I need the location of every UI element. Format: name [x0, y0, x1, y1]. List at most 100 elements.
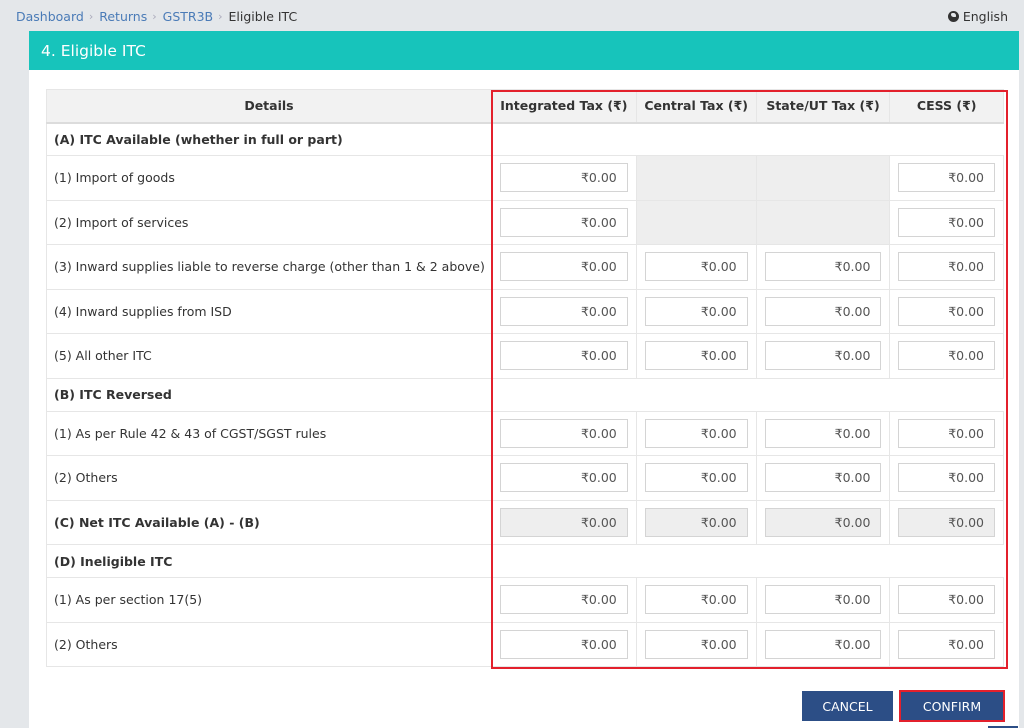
integrated-tax-input[interactable]: ₹0.00 — [499, 341, 628, 371]
breadcrumb-dashboard[interactable]: Dashboard — [16, 9, 84, 24]
central-tax-cell: ₹0.00 — [635, 499, 757, 545]
central-tax-cell: ₹0.00 — [635, 244, 757, 290]
central-tax-cell: ₹0.00 — [635, 288, 757, 334]
section-label: (D) Ineligible ITC — [46, 544, 492, 578]
central-tax-input[interactable]: ₹0.00 — [644, 463, 748, 493]
language-label: English — [962, 8, 1008, 24]
cancel-button[interactable]: CANCEL — [802, 691, 893, 721]
breadcrumb-current: Eligible ITC — [228, 8, 298, 24]
table-row: (2) Import of services ₹0.00 ₹0.00 — [46, 199, 1004, 245]
section-label: (A) ITC Available (whether in full or pa… — [46, 122, 492, 156]
empty-cell — [756, 544, 890, 578]
state-ut-tax-input[interactable]: ₹0.00 — [764, 629, 882, 659]
table-row: (2) Others ₹0.00 ₹0.00 ₹0.00 ₹0.00 — [46, 621, 1004, 667]
cess-cell: ₹0.00 — [889, 333, 1004, 379]
row-label: (1) Import of goods — [46, 155, 492, 201]
table-header-row: Details Integrated Tax (₹) Central Tax (… — [46, 89, 1004, 124]
row-label: (3) Inward supplies liable to reverse ch… — [46, 244, 492, 290]
central-tax-input[interactable]: ₹0.00 — [644, 585, 748, 615]
cess-cell: ₹0.00 — [889, 288, 1004, 334]
central-tax-cell: ₹0.00 — [635, 410, 757, 456]
disabled-cell — [635, 199, 757, 245]
cess-cell: ₹0.00 — [889, 455, 1004, 501]
state-ut-tax-input[interactable]: ₹0.00 — [764, 296, 882, 326]
state-ut-tax-input[interactable]: ₹0.00 — [764, 418, 882, 448]
state-ut-tax-cell: ₹0.00 — [755, 455, 891, 501]
cess-input[interactable]: ₹0.00 — [898, 341, 995, 371]
state-ut-tax-cell: ₹0.00 — [755, 621, 891, 667]
integrated-tax-input[interactable]: ₹0.00 — [499, 296, 628, 326]
row-label: (2) Others — [46, 621, 492, 667]
cess-input[interactable]: ₹0.00 — [898, 296, 995, 326]
disabled-cell — [755, 199, 891, 245]
state-ut-tax-cell: ₹0.00 — [755, 333, 891, 379]
central-tax-cell: ₹0.00 — [635, 621, 757, 667]
header-integrated-tax: Integrated Tax (₹) — [490, 89, 637, 124]
integrated-tax-input[interactable]: ₹0.00 — [499, 163, 628, 193]
integrated-tax-input[interactable]: ₹0.00 — [499, 252, 628, 282]
integrated-tax-input[interactable]: ₹0.00 — [499, 629, 628, 659]
table-row: (1) Import of goods ₹0.00 ₹0.00 — [46, 155, 1004, 201]
central-tax-cell: ₹0.00 — [635, 577, 757, 623]
table-row: (1) As per Rule 42 & 43 of CGST/SGST rul… — [46, 410, 1004, 456]
state-ut-tax-cell: ₹0.00 — [755, 288, 891, 334]
row-label: (C) Net ITC Available (A) - (B) — [46, 499, 492, 545]
language-selector[interactable]: English — [947, 8, 1008, 24]
breadcrumb-returns[interactable]: Returns — [99, 9, 147, 24]
breadcrumb-separator: › — [88, 9, 94, 23]
state-ut-tax-input[interactable]: ₹0.00 — [764, 252, 882, 282]
central-tax-input[interactable]: ₹0.00 — [644, 629, 748, 659]
empty-cell — [636, 377, 757, 412]
panel-header: 4. Eligible ITC — [29, 31, 1019, 70]
state-ut-tax-input[interactable]: ₹0.00 — [764, 341, 882, 371]
central-tax-input[interactable]: ₹0.00 — [644, 341, 748, 371]
disabled-cell — [635, 155, 757, 201]
cess-input[interactable]: ₹0.00 — [898, 163, 995, 193]
eligible-itc-table: Details Integrated Tax (₹) Central Tax (… — [46, 89, 1004, 667]
table-row: (5) All other ITC ₹0.00 ₹0.00 ₹0.00 ₹0.00 — [46, 333, 1004, 379]
state-ut-tax-input[interactable]: ₹0.00 — [764, 585, 882, 615]
cess-input[interactable]: ₹0.00 — [898, 418, 995, 448]
globe-icon — [947, 10, 959, 22]
integrated-tax-input[interactable]: ₹0.00 — [499, 207, 628, 237]
empty-cell — [756, 377, 890, 412]
empty-cell — [889, 122, 1004, 156]
breadcrumb-gstr3b[interactable]: GSTR3B — [163, 9, 213, 24]
row-label: (4) Inward supplies from ISD — [46, 288, 492, 334]
cess-input[interactable]: ₹0.00 — [898, 207, 995, 237]
state-ut-tax-cell: ₹0.00 — [755, 244, 891, 290]
cess-input[interactable]: ₹0.00 — [898, 463, 995, 493]
integrated-tax-input[interactable]: ₹0.00 — [499, 418, 628, 448]
cess-cell: ₹0.00 — [889, 499, 1004, 545]
state-ut-tax-input[interactable]: ₹0.00 — [764, 463, 882, 493]
breadcrumb-separator: › — [152, 9, 157, 23]
section-row: (B) ITC Reversed — [46, 377, 1004, 412]
cess-cell: ₹0.00 — [889, 199, 1004, 245]
integrated-tax-cell: ₹0.00 — [490, 333, 637, 379]
integrated-tax-cell: ₹0.00 — [490, 621, 637, 667]
central-tax-input[interactable]: ₹0.00 — [644, 252, 748, 282]
empty-cell — [889, 544, 1004, 578]
integrated-tax-input[interactable]: ₹0.00 — [499, 463, 628, 493]
section-row: (D) Ineligible ITC — [46, 544, 1004, 578]
central-tax-input[interactable]: ₹0.00 — [644, 296, 748, 326]
integrated-tax-input: ₹0.00 — [499, 507, 628, 537]
confirm-button[interactable]: CONFIRM — [899, 690, 1005, 722]
state-ut-tax-cell: ₹0.00 — [755, 577, 891, 623]
table-row: (C) Net ITC Available (A) - (B) ₹0.00 ₹0.0… — [46, 499, 1004, 545]
cess-input[interactable]: ₹0.00 — [898, 585, 995, 615]
integrated-tax-cell: ₹0.00 — [490, 155, 637, 201]
central-tax-input[interactable]: ₹0.00 — [644, 418, 748, 448]
top-bar: Dashboard › Returns › GSTR3B › Eligible … — [0, 0, 1024, 32]
empty-cell — [636, 122, 757, 156]
header-cess: CESS (₹) — [889, 89, 1004, 124]
integrated-tax-cell: ₹0.00 — [490, 244, 637, 290]
cess-input[interactable]: ₹0.00 — [898, 252, 995, 282]
integrated-tax-input[interactable]: ₹0.00 — [499, 585, 628, 615]
central-tax-input: ₹0.00 — [644, 507, 748, 537]
cess-input[interactable]: ₹0.00 — [898, 629, 995, 659]
integrated-tax-cell: ₹0.00 — [490, 410, 637, 456]
central-tax-cell: ₹0.00 — [635, 333, 757, 379]
cess-cell: ₹0.00 — [889, 577, 1004, 623]
cess-cell: ₹0.00 — [889, 244, 1004, 290]
